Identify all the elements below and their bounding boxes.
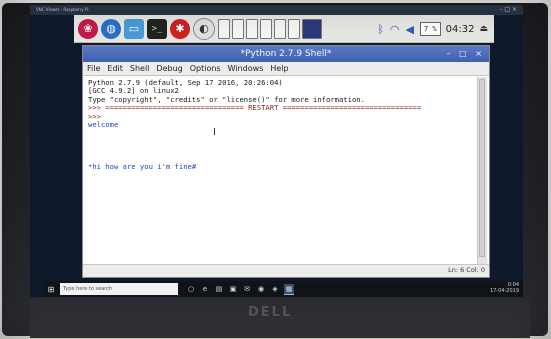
menu-windows[interactable]: Windows bbox=[228, 64, 264, 73]
window-button-icon[interactable] bbox=[274, 18, 286, 39]
terminal-icon[interactable]: >_ bbox=[147, 18, 167, 39]
shell-statusbar: Ln: 6 Col: 0 bbox=[83, 264, 489, 277]
web-browser-icon[interactable]: ◍ bbox=[101, 18, 121, 39]
edge-icon[interactable]: e bbox=[200, 284, 210, 294]
menu-file[interactable]: File bbox=[87, 64, 100, 73]
file-manager-icon[interactable]: ▭ bbox=[124, 18, 144, 39]
host-window-title: VNC Viewer - Raspberry Pi bbox=[36, 7, 89, 12]
panel-clock[interactable]: 04:32 bbox=[446, 24, 475, 35]
host-window-controls[interactable]: – □ × bbox=[499, 6, 517, 13]
taskbar-search-box[interactable]: Type here to search bbox=[60, 283, 178, 295]
shell-titlebar[interactable]: *Python 2.7.9 Shell* – □ × bbox=[83, 46, 489, 62]
shell-line: welcome bbox=[88, 119, 119, 129]
shell-line: >>> ================================ RES… bbox=[88, 103, 422, 113]
mail-icon[interactable]: ✉ bbox=[242, 284, 252, 294]
rpi-top-panel: ❀ ◍ ▭ >_ ✱ ◐ ᛒ ◠ ◀ 7 % 04:32 ⏏ bbox=[74, 15, 494, 43]
windows-taskbar: ⊞ Type here to search ○ e ▤ ▣ ✉ ◉ ◈ ▦ 0:… bbox=[44, 281, 523, 297]
ibeam-cursor-icon: I bbox=[213, 127, 216, 138]
wifi-icon[interactable]: ◠ bbox=[390, 23, 400, 36]
brand-logo: DELL bbox=[248, 305, 293, 320]
eject-icon[interactable]: ⏏ bbox=[479, 24, 488, 34]
settings-icon[interactable]: ✱ bbox=[170, 18, 190, 39]
host-window-titlebar: VNC Viewer - Raspberry Pi – □ × bbox=[30, 5, 523, 15]
taskbar-pinned-apps: ○ e ▤ ▣ ✉ ◉ ◈ ▦ bbox=[186, 283, 298, 295]
shell-scrollbar[interactable] bbox=[477, 77, 487, 264]
store-icon[interactable]: ▣ bbox=[228, 284, 238, 294]
window-button-icon[interactable] bbox=[288, 18, 300, 39]
shell-text-area[interactable]: Python 2.7.9 (default, Sep 17 2016, 20:2… bbox=[85, 77, 478, 264]
cpu-usage: 7 % bbox=[420, 22, 441, 36]
file-explorer-icon[interactable]: ▤ bbox=[214, 284, 224, 294]
menu-debug[interactable]: Debug bbox=[156, 64, 182, 73]
shell-line bbox=[88, 146, 475, 154]
system-tray[interactable]: 0:04 17-04-2019 bbox=[490, 282, 519, 294]
task-view-icon[interactable]: ○ bbox=[186, 284, 196, 294]
tray-date: 17-04-2019 bbox=[489, 288, 519, 294]
menu-shell[interactable]: Shell bbox=[130, 64, 150, 73]
volume-icon[interactable]: ◀ bbox=[406, 23, 414, 36]
raspberry-menu-icon[interactable]: ❀ bbox=[78, 18, 98, 39]
laptop-screen: VNC Viewer - Raspberry Pi – □ × ❀ ◍ ▭ >_… bbox=[30, 5, 523, 297]
menu-edit[interactable]: Edit bbox=[107, 64, 123, 73]
shell-line: *hi how are you i'm fine# bbox=[88, 161, 197, 171]
shell-title: *Python 2.7.9 Shell* bbox=[240, 49, 332, 59]
python-shell-window: *Python 2.7.9 Shell* – □ × File Edit She… bbox=[82, 45, 490, 278]
panel-tray: ᛒ ◠ ◀ 7 % 04:32 ⏏ bbox=[371, 18, 488, 40]
window-button-icon[interactable] bbox=[246, 18, 258, 39]
window-button-icon[interactable] bbox=[260, 18, 272, 39]
app-icon[interactable]: ◈ bbox=[270, 284, 280, 294]
photo: DELL VNC Viewer - Raspberry Pi – □ × ❀ ◍… bbox=[0, 0, 551, 339]
window-button-icon[interactable] bbox=[218, 18, 230, 39]
menu-help[interactable]: Help bbox=[270, 64, 288, 73]
wolfram-icon[interactable]: ◐ bbox=[193, 17, 215, 40]
shell-window-controls[interactable]: – □ × bbox=[447, 46, 485, 62]
shell-line bbox=[88, 138, 475, 146]
bluetooth-icon[interactable]: ᛒ bbox=[377, 23, 384, 36]
shell-menubar: File Edit Shell Debug Options Windows He… bbox=[83, 62, 489, 76]
browser-icon[interactable]: ◉ bbox=[256, 284, 266, 294]
window-button-icon[interactable] bbox=[302, 18, 322, 39]
shell-line: >>> bbox=[88, 111, 101, 121]
window-button-icon[interactable] bbox=[232, 18, 244, 39]
cursor-position: Ln: 6 Col: 0 bbox=[448, 266, 485, 274]
menu-options[interactable]: Options bbox=[190, 64, 221, 73]
search-placeholder: Type here to search bbox=[63, 286, 113, 292]
windows-start-icon[interactable]: ⊞ bbox=[44, 281, 58, 297]
vnc-viewer-icon[interactable]: ▦ bbox=[284, 283, 294, 295]
shell-line bbox=[88, 129, 475, 137]
scrollbar-thumb[interactable] bbox=[479, 79, 485, 257]
